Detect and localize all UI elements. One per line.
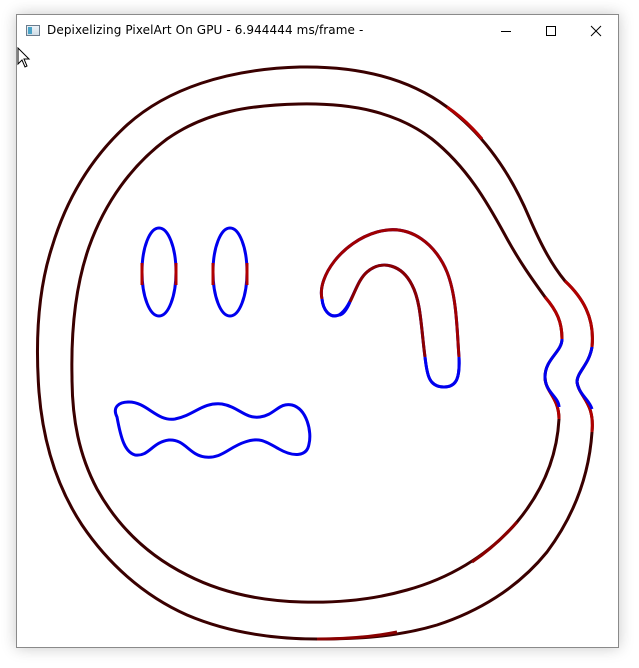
hook-blue-tip [423, 356, 461, 389]
app-window: Depixelizing PixelArt On GPU - 6.944444 … [16, 14, 619, 648]
right-eye [211, 226, 249, 318]
outer-red-segment [563, 279, 594, 348]
left-eye-red-marks [140, 263, 178, 285]
inner-red-segment [471, 521, 519, 564]
render-canvas[interactable] [17, 47, 618, 647]
right-notch-blue [543, 338, 564, 408]
outer-head-outline [36, 65, 594, 641]
hook-red-edge [348, 263, 427, 358]
hook-red-edge [319, 228, 461, 358]
close-button[interactable] [573, 15, 619, 47]
inner-head-outline [70, 102, 564, 604]
wavy-mouth [113, 400, 312, 459]
mouse-pointer-icon [17, 47, 31, 68]
window-title: Depixelizing PixelArt On GPU - 6.944444 … [47, 23, 364, 37]
inner-red-segment [543, 296, 564, 340]
close-icon [590, 25, 602, 37]
depixelized-drawing [36, 65, 594, 641]
title-bar[interactable]: Depixelizing PixelArt On GPU - 6.944444 … [17, 15, 618, 47]
hook-blue-tip [320, 298, 352, 318]
right-eye-red-marks [211, 263, 249, 285]
app-window-icon [26, 25, 40, 36]
left-eye [140, 226, 178, 318]
minimize-button[interactable] [483, 15, 529, 47]
outer-red-segment [316, 630, 398, 641]
maximize-button[interactable] [528, 15, 574, 47]
maximize-icon [546, 26, 556, 36]
minimize-icon [501, 31, 511, 32]
